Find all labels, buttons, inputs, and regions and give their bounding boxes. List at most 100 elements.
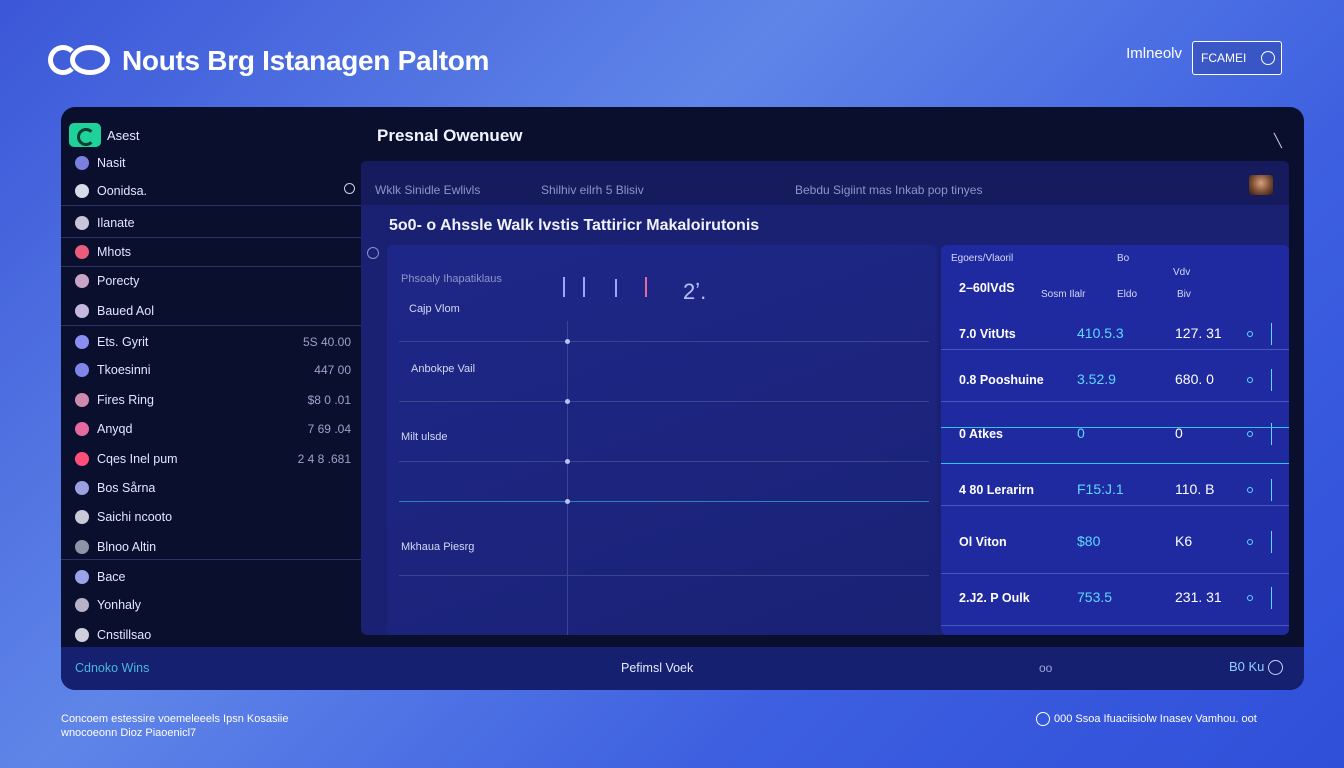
main-panel: Asest Nasit Oonidsa. Ilanate Mhots Porecty Ba… [61,107,1304,690]
table-row[interactable]: 4 80 Lerarirn F15:J.1 110. B [941,467,1289,515]
footnote-right: 000 Ssoa Ifuaciisiolw Inasev Vamhou. oot [1036,712,1257,726]
chart-big-value: 2ʼ. [683,279,707,304]
table-cell-name: Ol Viton [959,535,1007,549]
sidebar-item-icon [75,628,89,642]
footnote-left: Concoem estessire voemeleeels Ipsn Kosas… [61,712,288,740]
grid-line [399,575,929,576]
close-icon[interactable]: ╲ [1274,133,1284,148]
tab-2[interactable]: Shilhiv eilrh 5 Blisiv [541,183,644,197]
sidebar-item[interactable]: Yonhaly [61,591,361,619]
sidebar-item-icon [75,481,89,495]
table-row[interactable]: 2.J2. P Oulk 753.5 231. 31 [941,575,1289,623]
chart-label-d: Mkhaua Piesrg [401,541,475,553]
chart-point [565,339,570,344]
row-indicator [1271,323,1272,345]
chart-label-c: Milt ulsde [401,431,448,443]
content-area: Wklk Sinidle Ewlivls Shilhiv eilrh 5 Bli… [361,161,1289,635]
table-row[interactable]: 0.8 Pooshuine 3.52.9 680. 0 [941,357,1289,405]
footer-right-label[interactable]: B0 Ku [1229,659,1264,674]
metrics-table: Egoers/Vlaoril Bo Vdv Sosm Ilalr Eldo Bi… [941,245,1289,635]
table-divider [941,401,1289,402]
panel-footer: Cdnoko Wins Pefimsl Voek oo B0 Ku [61,647,1304,690]
sidebar-item-label: Fires Ring [97,393,154,407]
tab-1[interactable]: Wklk Sinidle Ewlivls [375,183,480,197]
sidebar-item-icon [75,274,89,288]
refresh-icon[interactable] [1268,660,1283,675]
sidebar-item-value: $8 0 .01 [307,393,351,407]
sidebar-item[interactable]: Bos Sårna [61,474,361,502]
table-cell-v2: 127. 31 [1175,325,1222,341]
sidebar-item[interactable]: Tkoesinni 447 00 [61,356,361,384]
footer-left-link[interactable]: Cdnoko Wins [75,661,149,675]
table-cell-v1: $80 [1077,533,1101,549]
sidebar-item-icon [75,363,89,377]
sidebar-item-icon [75,335,89,349]
chart-point [565,399,570,404]
sidebar-title: Asest [107,127,140,143]
sidebar-item[interactable]: Porecty [61,267,361,295]
sidebar-item[interactable]: Mhots [61,238,361,266]
sidebar-item[interactable]: Saichi ncooto [61,503,361,531]
sidebar-item[interactable]: Bace [61,563,361,591]
sidebar-item[interactable]: Anyqd 7 69 .04 [61,415,361,443]
account-button[interactable]: FCAMEI [1192,41,1282,75]
sidebar-item-icon [75,598,89,612]
app-logo-icon [48,41,114,81]
sidebar-item-label: Cnstillsao [97,628,152,642]
page-title: Presnal Owenuew [377,126,523,145]
table-cell-v2: K6 [1175,533,1193,549]
sidebar-item[interactable]: Ets. Gyrit 5S 40.00 [61,328,361,356]
status-dot-icon [1247,431,1253,437]
sidebar-item-label: Anyqd [97,422,133,436]
table-header-col1: Bo [1117,253,1130,264]
row-indicator [1271,479,1272,501]
sidebar-item[interactable]: Oonidsa. [61,177,361,205]
tabs-row: Wklk Sinidle Ewlivls Shilhiv eilrh 5 Bli… [361,161,1289,205]
chart-label-top: Phsoaly Ihapatiklaus [401,273,502,285]
chart-point [565,459,570,464]
table-header: Egoers/Vlaoril [951,253,1013,264]
sidebar-item[interactable]: Ilanate [61,209,361,237]
sidebar-item-icon [75,184,89,198]
row-indicator [1271,587,1272,609]
table-row[interactable]: 2–60lVdS [941,265,1289,313]
circle-icon[interactable] [367,247,379,259]
sidebar-item-icon [75,304,89,318]
chart-label-b: Anbokpe Vail [411,363,476,375]
info-icon [1036,712,1050,726]
sidebar-divider [61,205,361,206]
footnote-right-text: 000 Ssoa Ifuaciisiolw Inasev Vamhou. oot [1054,713,1257,725]
sidebar-item-label: Mhots [97,245,132,259]
table-row[interactable]: 7.0 VitUts 410.5.3 127. 31 [941,311,1289,359]
sidebar-item[interactable]: Baued Aol [61,297,361,325]
tab-3[interactable]: Bebdu Sigiint mas Inkab pop tinyes [795,183,982,197]
grid-line [399,461,929,462]
sidebar-item-icon [75,510,89,524]
sidebar-item[interactable]: Nasit [61,149,361,177]
sidebar-item-icon [75,452,89,466]
sidebar: Asest Nasit Oonidsa. Ilanate Mhots Porecty Ba… [61,107,361,647]
sidebar-item-label: Ets. Gyrit [97,335,149,349]
account-button-label: FCAMEI [1201,51,1247,65]
user-label[interactable]: Imlneolv [1126,45,1182,62]
circle-icon [1261,51,1275,65]
sidebar-item[interactable]: Blnoo Altin [61,533,361,561]
sidebar-item-label: Saichi ncooto [97,510,173,524]
sidebar-item[interactable]: Cnstillsao [61,621,361,649]
table-divider [941,427,1289,428]
sidebar-item[interactable]: Fires Ring $8 0 .01 [61,386,361,414]
table-row[interactable]: Ol Viton $80 K6 [941,519,1289,567]
footnote-left-line2: wnocoeonn Dioz Piaoenicl7 [61,727,197,739]
table-row[interactable]: 0 Atkes 0 0 [941,411,1289,459]
row-indicator [1271,369,1272,391]
sidebar-item-value: 7 69 .04 [307,422,351,436]
sidebar-item[interactable]: Cqes Inel pum 2 4 8 .681 [61,445,361,473]
sidebar-item-value: 5S 40.00 [302,335,351,349]
table-cell-v1: F15:J.1 [1077,481,1124,497]
sidebar-item-icon [75,393,89,407]
sidebar-item-label: Porecty [97,274,140,288]
table-cell-name: 2.J2. P Oulk [959,591,1030,605]
avatar[interactable] [1249,175,1273,195]
app-title: Nouts Brg Istanagen Paltom [122,45,490,76]
footer-right-icons[interactable]: oo [1039,661,1052,675]
